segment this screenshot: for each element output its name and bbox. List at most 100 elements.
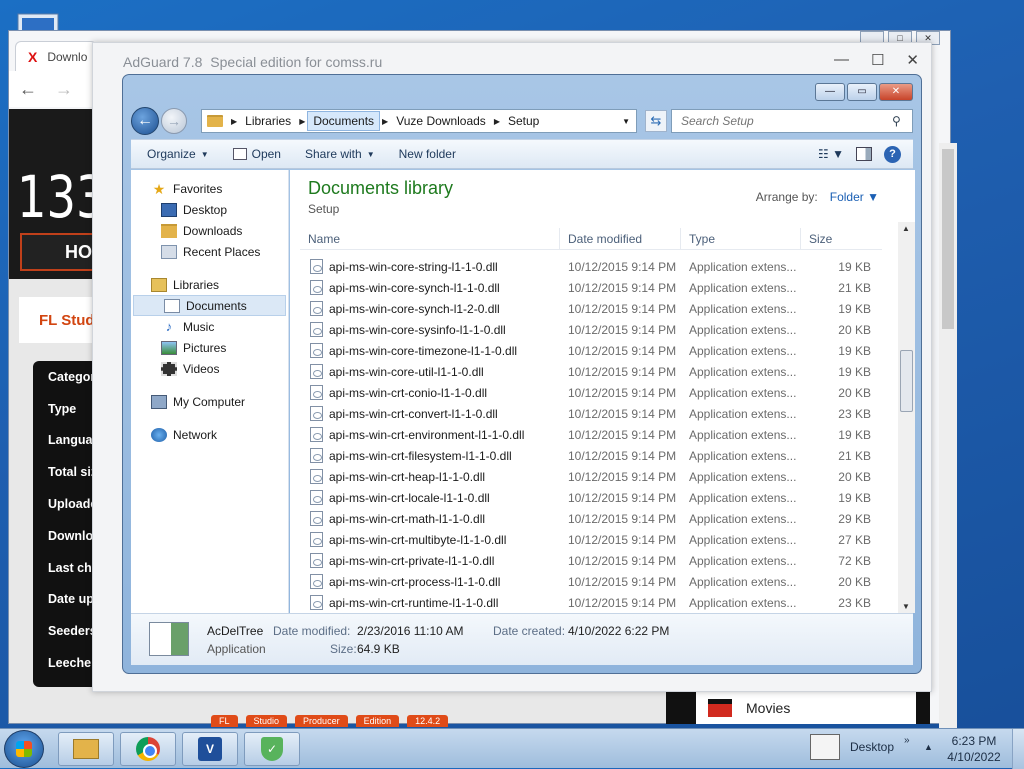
taskbar-chrome-button[interactable]	[120, 732, 176, 766]
file-row[interactable]: api-ms-win-crt-multibyte-l1-1-0.dll 10/12…	[300, 529, 882, 550]
breadcrumb-arrow-icon[interactable]: ▶	[492, 117, 502, 126]
chevron-right-icon[interactable]: »	[904, 735, 910, 746]
search-box[interactable]: ⚲	[671, 109, 913, 133]
explorer-close-button[interactable]: ✕	[879, 83, 913, 101]
scroll-thumb[interactable]	[900, 350, 913, 412]
forward-button[interactable]: →	[161, 108, 187, 134]
file-row[interactable]: api-ms-win-core-sysinfo-l1-1-0.dll 10/12/…	[300, 319, 882, 340]
nav-documents[interactable]: Documents	[133, 295, 286, 316]
explorer-maximize-button[interactable]: ▭	[847, 83, 877, 101]
file-row[interactable]: api-ms-win-crt-locale-l1-1-0.dll 10/12/20…	[300, 487, 882, 508]
browser-back-icon[interactable]: ←	[19, 79, 37, 100]
system-clock[interactable]: 6:23 PM 4/10/2022	[944, 733, 1004, 765]
file-type: Application extens...	[689, 427, 797, 442]
taskbar: V ✓ Desktop » ▲ 6:23 PM 4/10/2022	[0, 728, 1024, 769]
nav-music[interactable]: ♪ Music	[131, 316, 288, 337]
breadcrumb-arrow-icon[interactable]: ▶	[229, 117, 239, 126]
refresh-button[interactable]: ⇆	[645, 110, 667, 132]
back-button[interactable]: ←	[131, 107, 159, 135]
nav-libraries[interactable]: Libraries	[131, 274, 288, 295]
taskbar-adguard-button[interactable]: ✓	[244, 732, 300, 766]
file-row[interactable]: api-ms-win-core-synch-l1-2-0.dll 10/12/20…	[300, 298, 882, 319]
site-tag[interactable]: Studio	[245, 715, 288, 727]
file-list-scrollbar[interactable]: ▲ ▼	[898, 222, 915, 613]
new-folder-button[interactable]: New folder	[391, 147, 464, 161]
pen-tablet-icon	[810, 734, 840, 760]
arrange-by-dropdown[interactable]: Folder ▼	[830, 190, 879, 204]
file-row[interactable]: api-ms-win-crt-conio-l1-1-0.dll 10/12/201…	[300, 382, 882, 403]
nav-label: Downloads	[183, 223, 243, 238]
breadcrumb-documents[interactable]: Documents	[307, 111, 381, 131]
column-headers: Name Date modified Type Size	[300, 228, 882, 250]
file-row[interactable]: api-ms-win-crt-math-l1-1-0.dll 10/12/2015…	[300, 508, 882, 529]
dll-file-icon	[310, 343, 323, 358]
search-input[interactable]	[679, 113, 892, 129]
nav-videos[interactable]: Videos	[131, 358, 288, 379]
nav-pictures[interactable]: Pictures	[131, 337, 288, 358]
file-row[interactable]: api-ms-win-core-util-l1-1-0.dll 10/12/201…	[300, 361, 882, 382]
adguard-minimize-button[interactable]: —	[834, 51, 849, 69]
details-date-created-label: Date created:	[493, 624, 566, 638]
site-tag[interactable]: Producer	[295, 715, 348, 727]
nav-desktop[interactable]: Desktop	[131, 199, 288, 220]
site-tag[interactable]: 12.4.2	[407, 715, 449, 727]
address-bar[interactable]: ▶ Libraries ▶ Documents ▶ Vuze Downloads…	[201, 109, 637, 133]
search-icon[interactable]: ⚲	[892, 114, 912, 128]
nav-favorites[interactable]: ★ Favorites	[131, 178, 288, 199]
site-tag[interactable]: Edition	[355, 715, 400, 727]
file-row[interactable]: api-ms-win-crt-convert-l1-1-0.dll 10/12/2…	[300, 403, 882, 424]
column-size[interactable]: Size	[801, 228, 881, 249]
file-row[interactable]: api-ms-win-crt-heap-l1-1-0.dll 10/12/2015…	[300, 466, 882, 487]
breadcrumb-arrow-icon[interactable]: ▶	[297, 117, 307, 126]
nav-network[interactable]: Network	[131, 424, 288, 445]
file-row[interactable]: api-ms-win-core-string-l1-1-0.dll 10/12/2…	[300, 256, 882, 277]
breadcrumb-vuze-downloads[interactable]: Vuze Downloads	[390, 111, 492, 131]
breadcrumb-arrow-icon[interactable]: ▶	[380, 117, 390, 126]
organize-button[interactable]: Organize ▼	[139, 147, 217, 161]
file-date: 10/12/2015 9:14 PM	[568, 322, 677, 337]
explorer-minimize-button[interactable]: —	[815, 83, 845, 101]
breadcrumb-setup[interactable]: Setup	[502, 111, 545, 131]
taskbar-explorer-button[interactable]	[58, 732, 114, 766]
file-row[interactable]: api-ms-win-crt-process-l1-1-0.dll 10/12/2…	[300, 571, 882, 592]
file-row[interactable]: api-ms-win-crt-environment-l1-1-0.dll 10/…	[300, 424, 882, 445]
open-button[interactable]: Open	[225, 147, 289, 161]
address-dropdown-icon[interactable]: ▼	[616, 117, 636, 126]
nav-recent-places[interactable]: Recent Places	[131, 241, 288, 262]
show-desktop-button[interactable]	[1012, 729, 1024, 769]
file-row[interactable]: api-ms-win-crt-private-l1-1-0.dll 10/12/2…	[300, 550, 882, 571]
file-row[interactable]: api-ms-win-crt-runtime-l1-1-0.dll 10/12/2…	[300, 592, 882, 613]
column-date-modified[interactable]: Date modified	[560, 228, 681, 249]
desktop-toolbar[interactable]: Desktop »	[810, 734, 910, 760]
column-name[interactable]: Name	[300, 228, 560, 249]
start-button[interactable]	[4, 730, 44, 768]
breadcrumb-libraries[interactable]: Libraries	[239, 111, 297, 131]
site-tag[interactable]: FL	[211, 715, 238, 727]
preview-pane-icon[interactable]	[856, 147, 872, 161]
file-row[interactable]: api-ms-win-core-timezone-l1-1-0.dll 10/12…	[300, 340, 882, 361]
column-type[interactable]: Type	[681, 228, 801, 249]
browser-scrollbar[interactable]: ▼	[939, 143, 957, 755]
help-icon[interactable]: ?	[884, 145, 901, 163]
share-with-button[interactable]: Share with ▼	[297, 147, 383, 161]
view-options-icon[interactable]: ☷ ▼	[818, 147, 844, 161]
file-row[interactable]: api-ms-win-crt-filesystem-l1-1-0.dll 10/1…	[300, 445, 882, 466]
scroll-down-arrow-icon[interactable]: ▼	[902, 602, 910, 611]
taskbar-vuze-button[interactable]: V	[182, 732, 238, 766]
file-name-cell: api-ms-win-crt-private-l1-1-0.dll	[300, 553, 560, 568]
browser-scroll-thumb[interactable]	[942, 149, 954, 329]
adguard-maximize-button[interactable]: ☐	[871, 51, 884, 69]
browser-forward-icon[interactable]: →	[55, 79, 73, 100]
adguard-title-sub: Special edition for comss.ru	[210, 54, 383, 70]
adguard-close-button[interactable]: ✕	[906, 51, 919, 69]
nav-my-computer[interactable]: My Computer	[131, 391, 288, 412]
tray-expand-icon[interactable]: ▲	[924, 742, 933, 752]
details-date-modified: 2/23/2016 11:10 AM	[357, 624, 464, 638]
site-home-button[interactable]: HO	[20, 233, 98, 271]
movies-category[interactable]: Movies	[666, 692, 930, 724]
file-size: 23 KB	[838, 595, 871, 610]
scroll-up-arrow-icon[interactable]: ▲	[902, 224, 910, 233]
nav-downloads[interactable]: Downloads	[131, 220, 288, 241]
file-row[interactable]: api-ms-win-core-synch-l1-1-0.dll 10/12/20…	[300, 277, 882, 298]
browser-tab[interactable]: X Downlo	[15, 41, 97, 71]
